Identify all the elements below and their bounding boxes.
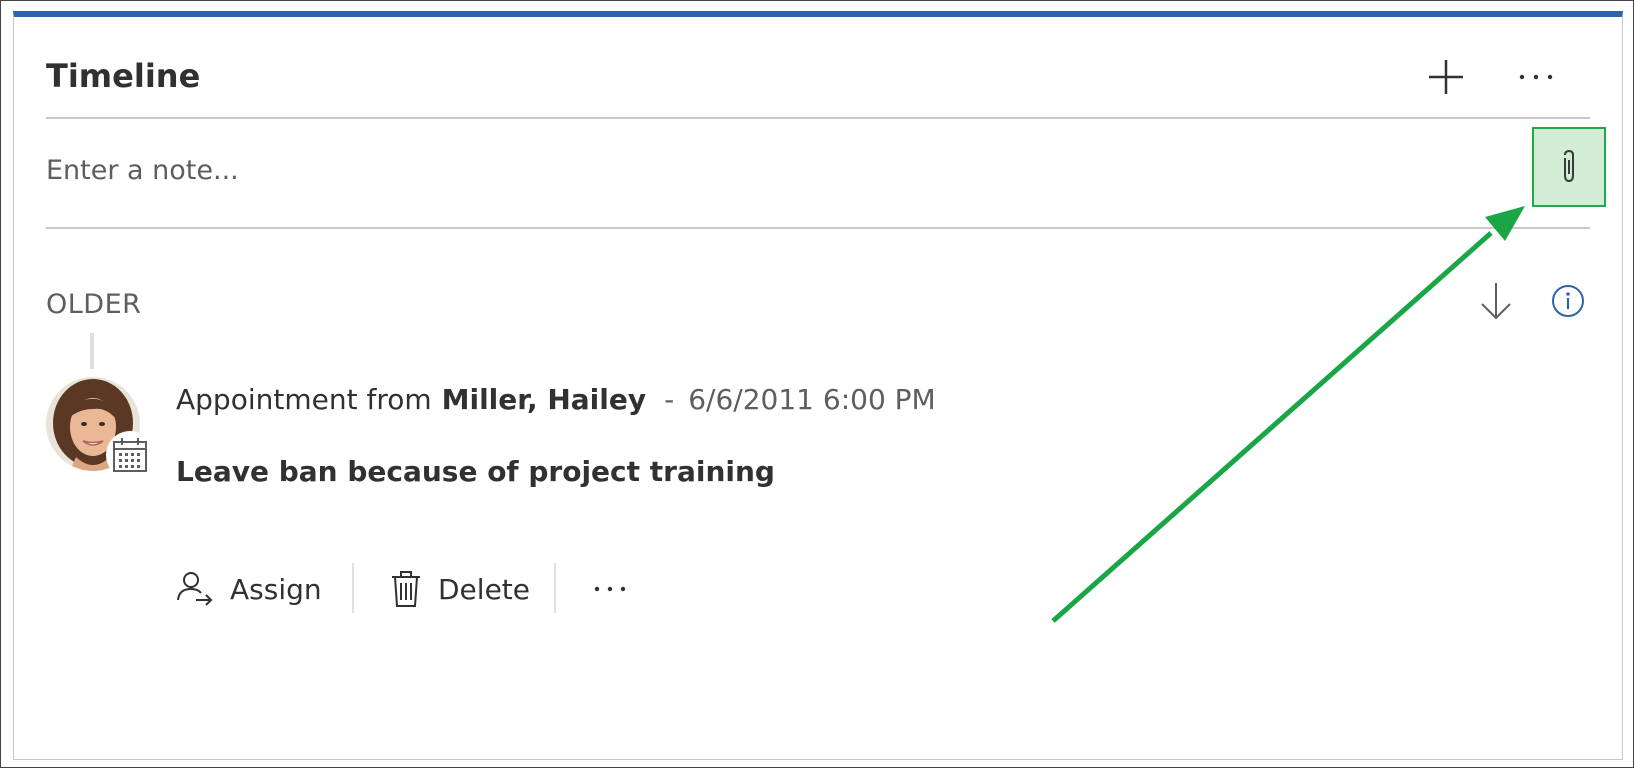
record-header: Appointment from Miller, Hailey -6/6/2011 …: [176, 383, 936, 416]
assign-user-icon: [176, 570, 214, 608]
info-icon: [1552, 285, 1584, 317]
timeline-panel: Timeline OLDER: [13, 11, 1623, 760]
delete-label: Delete: [438, 572, 530, 606]
calendar-icon: [113, 438, 147, 472]
record-more-actions-button[interactable]: [586, 565, 634, 613]
section-label-older: OLDER: [46, 289, 142, 320]
screenshot-frame: Timeline OLDER: [0, 0, 1634, 768]
paperclip-icon: [1564, 149, 1574, 183]
header-divider: [46, 117, 1590, 119]
assign-button[interactable]: Assign: [176, 565, 322, 613]
trash-icon: [390, 570, 422, 608]
action-divider: [352, 563, 354, 613]
attach-file-button[interactable]: [1532, 127, 1606, 207]
record-date: 6/6/2011 6:00 PM: [688, 383, 936, 416]
add-activity-button[interactable]: [1422, 53, 1470, 101]
sort-button[interactable]: [1472, 277, 1520, 325]
more-options-button[interactable]: [1512, 53, 1560, 101]
panel-title: Timeline: [46, 57, 201, 95]
plus-icon: [1429, 60, 1463, 94]
delete-button[interactable]: Delete: [390, 565, 530, 613]
assign-label: Assign: [230, 572, 322, 606]
note-divider: [46, 227, 1590, 229]
arrow-down-icon: [1481, 283, 1511, 320]
record-separator: -: [664, 383, 675, 416]
record-type-label: Appointment from: [176, 383, 432, 416]
record-owner-link[interactable]: Miller, Hailey: [442, 383, 647, 416]
appointment-type-badge: [106, 431, 154, 479]
record-subject[interactable]: Leave ban because of project training: [176, 455, 775, 488]
more-icon: [594, 586, 626, 592]
timeline-connector: [90, 333, 94, 369]
more-icon: [1519, 74, 1553, 80]
info-button[interactable]: [1544, 277, 1592, 325]
note-input[interactable]: [46, 135, 1526, 205]
action-divider: [554, 563, 556, 613]
